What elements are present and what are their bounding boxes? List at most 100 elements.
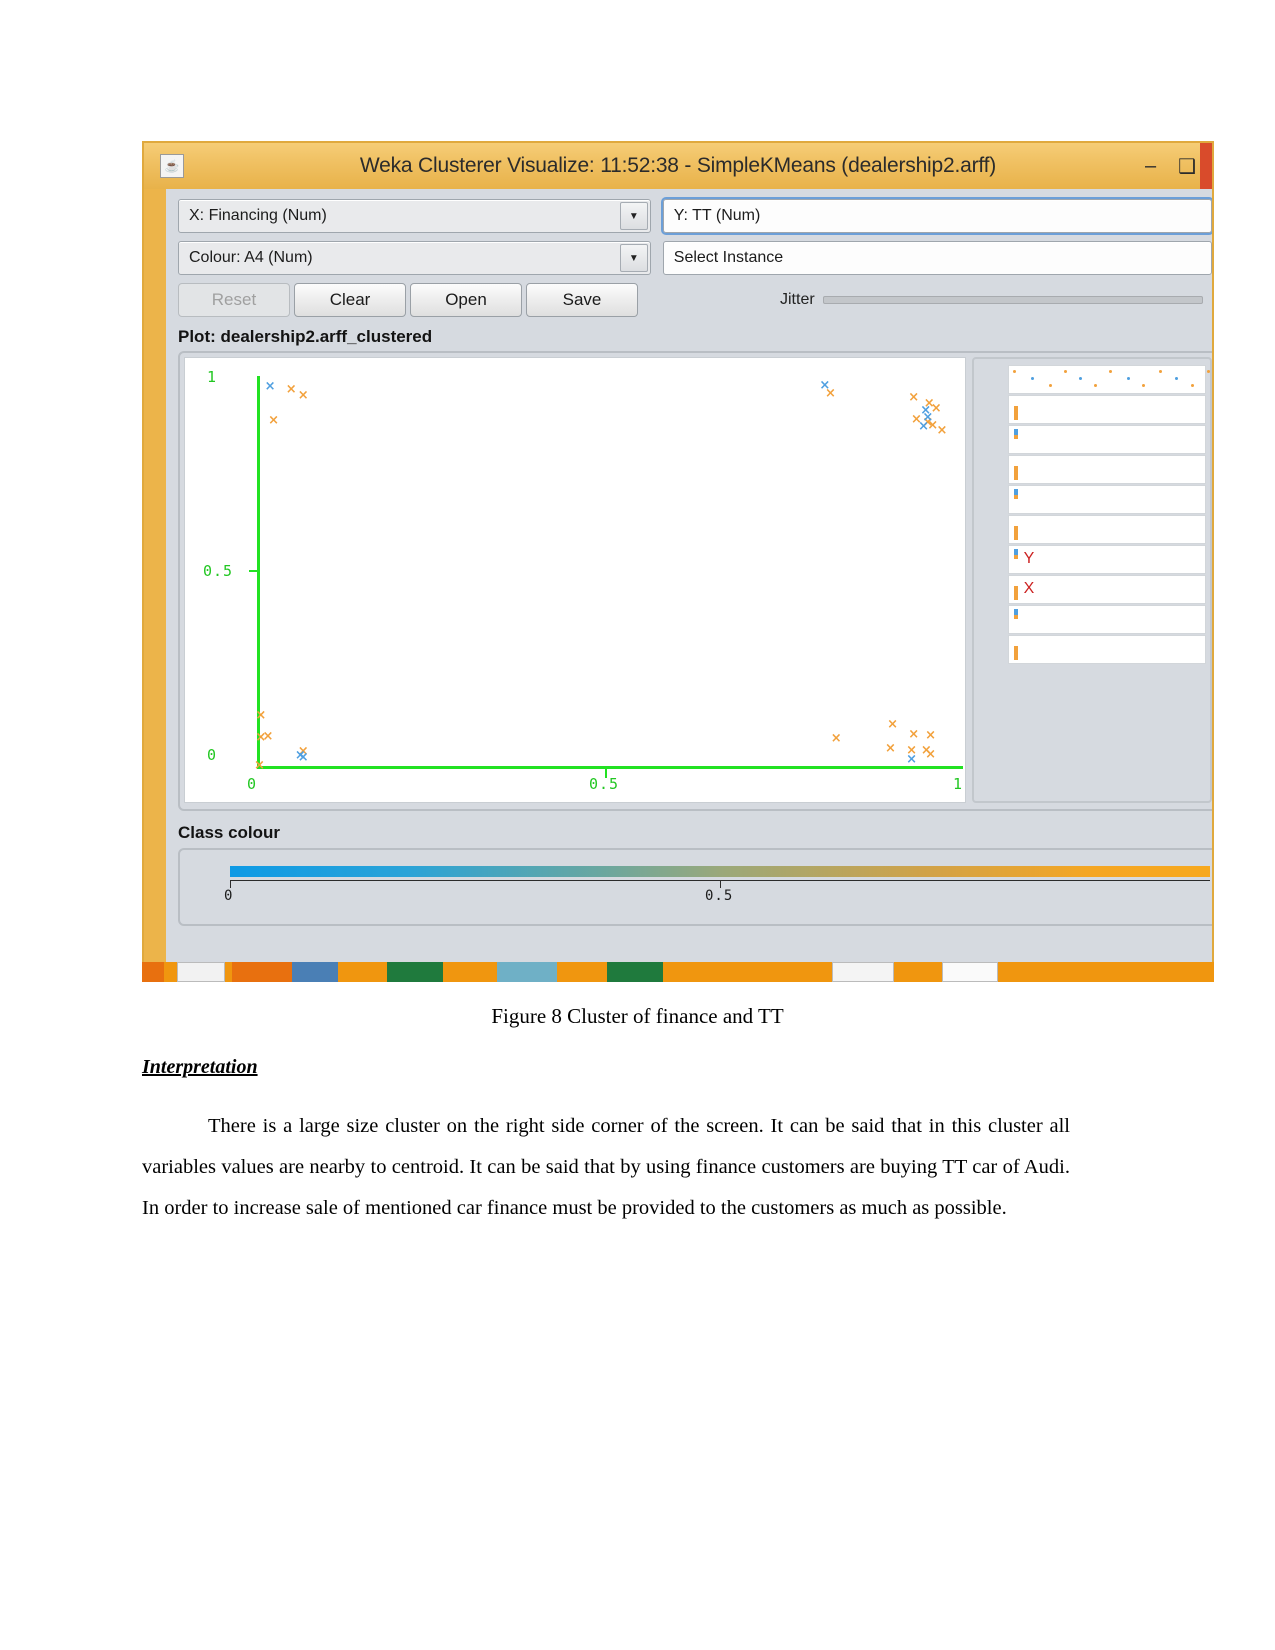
y-axis-tick-mid [249, 570, 258, 572]
taskbar-item-excel[interactable] [387, 962, 443, 982]
colour-scale-tick-half [720, 880, 721, 888]
data-point: × [268, 412, 279, 428]
y-tick-label-0: 0 [207, 746, 218, 764]
y-axis-marker: Y [1023, 550, 1035, 567]
maximize-button[interactable]: ❑ [1178, 154, 1196, 179]
data-point: × [262, 728, 274, 744]
data-point: × [255, 708, 267, 724]
colour-attribute-label: Colour: A4 (Num) [189, 249, 313, 266]
attribute-row[interactable] [1008, 635, 1206, 664]
mini-data-dot [1207, 370, 1210, 373]
mini-data-dot [1109, 370, 1112, 373]
mini-data-dot [1013, 370, 1016, 373]
attribute-row[interactable] [1008, 605, 1206, 634]
x-tick-label-0.5: 0.5 [589, 775, 620, 793]
jitter-slider[interactable] [822, 296, 1203, 304]
attribute-row[interactable] [1008, 455, 1206, 484]
close-button[interactable] [1200, 143, 1212, 189]
mini-value-bar [1014, 549, 1018, 555]
data-point: × [908, 726, 920, 742]
taskbar-item[interactable] [832, 962, 894, 982]
attribute-row[interactable]: Y [1008, 545, 1206, 574]
taskbar-item[interactable] [292, 962, 338, 982]
mini-value-bar [1014, 489, 1018, 495]
data-point: × [925, 747, 937, 763]
reset-button[interactable]: Reset [178, 283, 290, 317]
data-point: × [925, 727, 937, 743]
mini-value-bar [1014, 406, 1018, 418]
chevron-down-icon[interactable]: ▼ [619, 244, 648, 272]
data-point: × [254, 757, 265, 773]
visualize-panel: X: Financing (Num) ▼ Y: TT (Num) Colour:… [166, 189, 1212, 967]
taskbar-item[interactable] [497, 962, 557, 982]
colour-scale-tick-0 [230, 880, 231, 888]
attribute-row[interactable] [1008, 425, 1206, 454]
clear-button[interactable]: Clear [294, 283, 406, 317]
mini-data-dot [1191, 384, 1194, 387]
mini-data-dot [1142, 384, 1145, 387]
mini-data-dot [1079, 377, 1082, 380]
window-buttons: – ❑ [1145, 143, 1204, 189]
class-colour-label: Class colour [178, 823, 281, 842]
x-axis-line [257, 766, 963, 769]
save-button[interactable]: Save [526, 283, 638, 317]
data-point: × [906, 751, 918, 767]
open-button[interactable]: Open [410, 283, 522, 317]
attribute-row[interactable] [1008, 485, 1206, 514]
attribute-row[interactable] [1008, 365, 1210, 394]
mini-value-bar [1014, 526, 1018, 538]
mini-data-dot [1094, 384, 1097, 387]
jitter-label: Jitter [780, 291, 815, 308]
select-instance-dropdown[interactable]: Select Instance [662, 241, 1212, 275]
mini-data-dot [1127, 377, 1130, 380]
plot-title: Plot: dealership2.arff_clustered [178, 327, 433, 346]
scatter-plot-canvas[interactable]: × × × × × × × × × × × × × × × × × × × × × × × × × × × × × × × × 1 0.5 0 0 0.… [184, 357, 966, 803]
mini-data-dot [1175, 377, 1178, 380]
data-point: × [819, 377, 831, 393]
mini-value-bar [1014, 586, 1018, 598]
colour-scale-value-half: 0.5 [705, 888, 734, 904]
y-tick-label-0.5: 0.5 [203, 562, 234, 580]
taskbar-item-excel[interactable] [607, 962, 663, 982]
x-attribute-label: X: Financing (Num) [189, 207, 327, 224]
attribute-selector-row-1: X: Financing (Num) ▼ Y: TT (Num) [178, 197, 1212, 235]
window-title: Weka Clusterer Visualize: 11:52:38 - Sim… [359, 154, 997, 177]
class-colour-legend: 0 0.5 [178, 848, 1212, 926]
data-point: × [830, 730, 842, 746]
y-attribute-dropdown[interactable]: Y: TT (Num) [660, 197, 1212, 235]
select-instance-label: Select Instance [673, 249, 784, 266]
mini-value-bar [1014, 466, 1018, 478]
taskbar-item[interactable] [177, 962, 225, 982]
toolbar-buttons: Reset Clear Open Save Jitter [178, 283, 1212, 317]
chevron-down-icon[interactable]: ▼ [619, 202, 648, 230]
mini-data-dot [1159, 370, 1162, 373]
x-tick-label-0: 0 [247, 775, 258, 793]
data-point: × [285, 381, 297, 397]
taskbar-item[interactable] [142, 962, 164, 982]
window-title-bar[interactable]: ☕ Weka Clusterer Visualize: 11:52:38 - S… [144, 143, 1212, 189]
windows-taskbar[interactable] [142, 962, 1214, 982]
paragraph-text: There is a large size cluster on the rig… [142, 1115, 1070, 1219]
mini-value-bar [1014, 429, 1018, 435]
x-attribute-dropdown[interactable]: X: Financing (Num) ▼ [178, 199, 651, 233]
mini-data-dot [1049, 384, 1052, 387]
attribute-row[interactable]: X [1008, 575, 1206, 604]
attribute-overview-panel[interactable]: YX [972, 357, 1212, 803]
mini-data-dot [1064, 370, 1067, 373]
data-point: × [887, 716, 898, 732]
attribute-row[interactable] [1008, 515, 1206, 544]
data-point: × [884, 741, 896, 757]
data-point: × [936, 422, 948, 438]
attribute-row[interactable] [1008, 395, 1206, 424]
plot-frame: × × × × × × × × × × × × × × × × × × × × × × × × × × × × × × × × 1 0.5 0 0 0.… [178, 351, 1212, 811]
taskbar-item[interactable] [942, 962, 998, 982]
weka-visualize-window: ☕ Weka Clusterer Visualize: 11:52:38 - S… [142, 141, 1214, 979]
colour-scale-value-0: 0 [224, 888, 234, 904]
colour-gradient-bar [230, 866, 1210, 877]
section-heading: Interpretation [142, 1056, 258, 1078]
colour-attribute-dropdown[interactable]: Colour: A4 (Num) ▼ [178, 241, 651, 275]
mini-value-bar [1014, 646, 1018, 658]
mini-data-dot [1031, 377, 1034, 380]
minimize-button[interactable]: – [1145, 155, 1156, 178]
figure-caption: Figure 8 Cluster of finance and TT [491, 1004, 784, 1028]
